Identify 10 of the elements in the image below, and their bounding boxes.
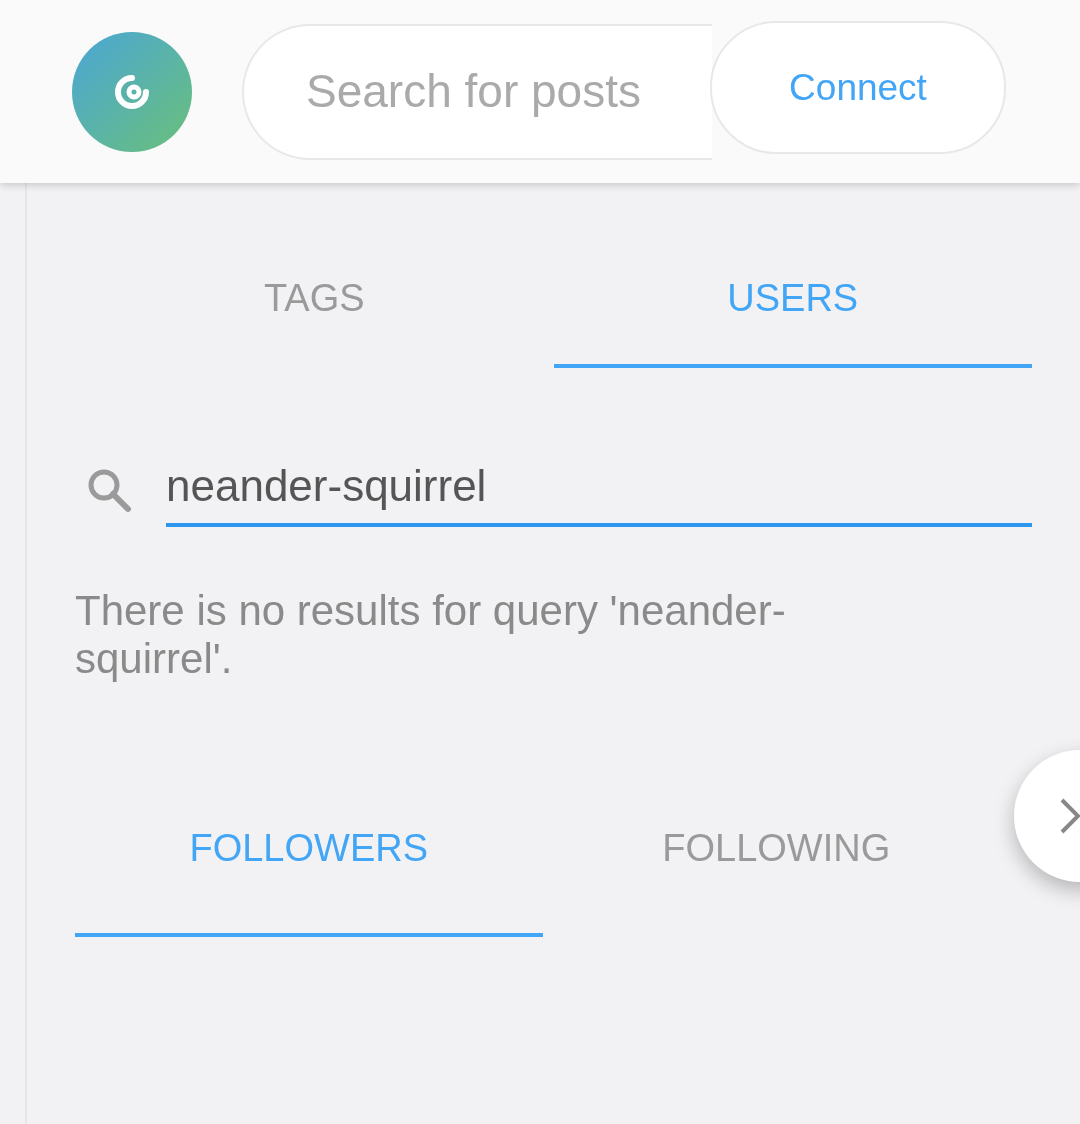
no-results-message: There is no results for query 'neander-squirrel'. [75,587,787,683]
chevron-icon [1058,796,1080,836]
tab[interactable]: FOLLOWING [542,763,1010,937]
tab[interactable]: TAGS [75,183,554,368]
search-bar[interactable]: Search for posts [242,23,712,160]
connect-button[interactable]: Connect [710,21,1006,154]
search-input[interactable]: Search for posts [306,57,712,126]
user-search-field[interactable]: neander-squirrel [166,453,1032,527]
tab[interactable]: USERS [553,183,1032,368]
tab[interactable]: FOLLOWERS [75,763,543,937]
